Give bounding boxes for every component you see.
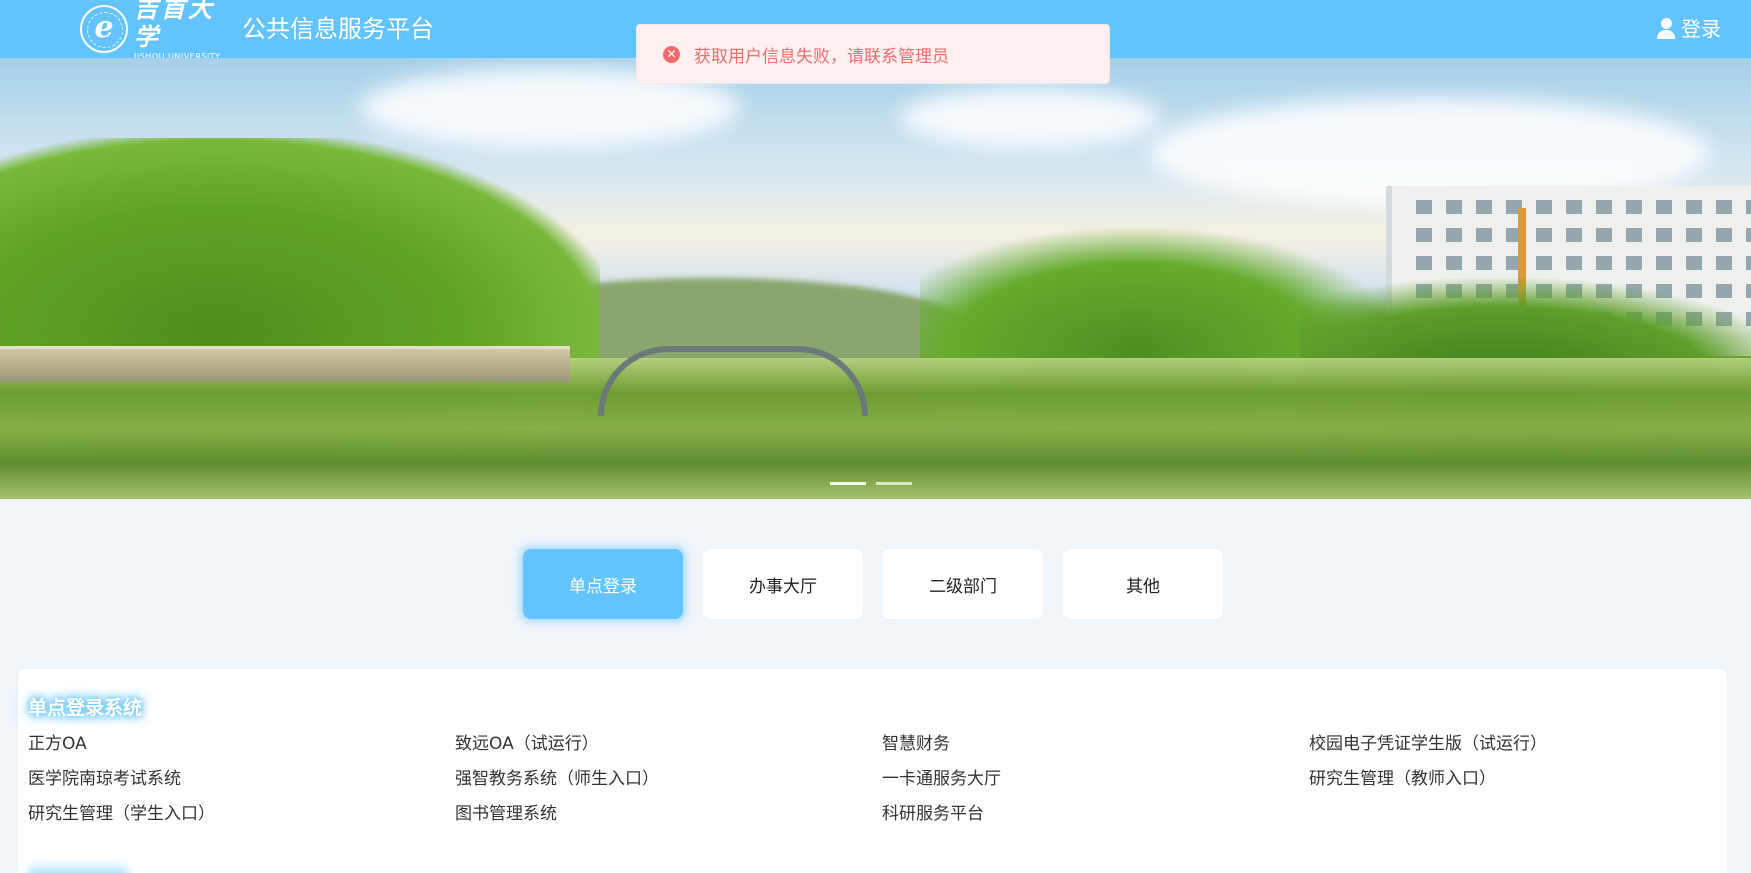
system-link[interactable]: 医学院南琼考试系统 xyxy=(28,766,455,792)
tab-service-hall[interactable]: 办事大厅 xyxy=(703,549,863,619)
logo-chinese-name: 吉首大学 xyxy=(134,0,215,51)
system-link[interactable]: 致远OA（试运行） xyxy=(455,731,882,757)
category-tabs: 单点登录 办事大厅 二级部门 其他 xyxy=(523,549,1223,619)
platform-title: 公共信息服务平台 xyxy=(242,15,434,43)
system-link[interactable]: 科研服务平台 xyxy=(882,801,1309,827)
carousel-dot-2[interactable] xyxy=(876,482,912,485)
next-section-title xyxy=(28,867,128,873)
system-link[interactable]: 智慧财务 xyxy=(882,731,1309,757)
system-link[interactable]: 校园电子凭证学生版（试运行） xyxy=(1309,731,1736,757)
system-link[interactable]: 正方OA xyxy=(28,731,455,757)
banner-cloud xyxy=(900,88,1160,148)
systems-card: 单点登录系统 正方OA 致远OA（试运行） 智慧财务 校园电子凭证学生版（试运行… xyxy=(18,669,1727,873)
logo-wordmark: 吉首大学 JISHOU UNIVERSITY xyxy=(134,0,240,63)
banner-carousel[interactable] xyxy=(0,58,1751,499)
user-icon xyxy=(1657,18,1677,40)
section-title: 单点登录系统 xyxy=(28,693,142,720)
system-link[interactable]: 研究生管理（学生入口） xyxy=(28,801,455,827)
login-button[interactable]: 登录 xyxy=(1657,16,1721,42)
university-emblem-icon xyxy=(80,5,128,53)
tab-departments[interactable]: 二级部门 xyxy=(883,549,1043,619)
error-toast: ✕ 获取用户信息失败，请联系管理员 xyxy=(636,24,1110,84)
carousel-dot-1[interactable] xyxy=(830,482,866,485)
login-label: 登录 xyxy=(1681,17,1721,41)
system-links-grid: 正方OA 致远OA（试运行） 智慧财务 校园电子凭证学生版（试运行） 医学院南琼… xyxy=(28,731,1736,827)
banner-railing xyxy=(0,346,570,382)
tab-single-sign-on[interactable]: 单点登录 xyxy=(523,549,683,619)
carousel-indicators xyxy=(830,482,912,485)
banner-bridge xyxy=(598,346,868,416)
system-link[interactable]: 研究生管理（教师入口） xyxy=(1309,766,1736,792)
university-logo[interactable]: 吉首大学 JISHOU UNIVERSITY xyxy=(80,0,240,61)
system-link[interactable]: 一卡通服务大厅 xyxy=(882,766,1309,792)
system-link[interactable]: 图书管理系统 xyxy=(455,801,882,827)
system-link[interactable]: 强智教务系统（师生入口） xyxy=(455,766,882,792)
toast-message: 获取用户信息失败，请联系管理员 xyxy=(694,46,949,67)
tab-other[interactable]: 其他 xyxy=(1063,549,1223,619)
close-circle-icon: ✕ xyxy=(663,45,680,63)
